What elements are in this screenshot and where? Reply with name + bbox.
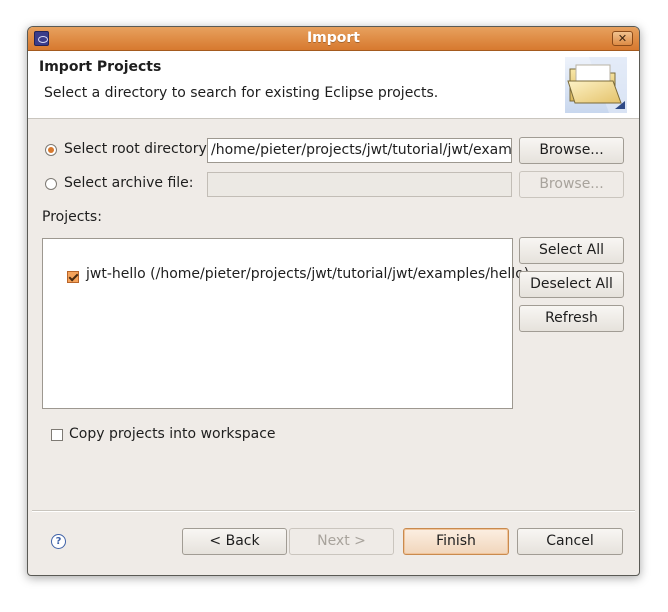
archive-file-label[interactable]: Select archive file: (64, 175, 194, 191)
browse-directory-button[interactable]: Browse... (519, 137, 624, 164)
wizard-header: Import Projects Select a directory to se… (28, 51, 639, 119)
back-button[interactable]: < Back (182, 528, 287, 555)
footer-separator (32, 510, 635, 512)
next-button[interactable]: Next > (289, 528, 394, 555)
close-icon: ✕ (617, 32, 628, 45)
page-title: Import Projects (39, 59, 162, 75)
copy-projects-label[interactable]: Copy projects into workspace (69, 426, 276, 442)
archive-file-input[interactable] (207, 172, 512, 197)
root-directory-radio[interactable] (45, 144, 57, 156)
folder-open-icon (565, 57, 627, 113)
close-button[interactable]: ✕ (612, 31, 633, 46)
project-checkbox[interactable] (67, 271, 79, 283)
project-item-label[interactable]: jwt-hello (/home/pieter/projects/jwt/tut… (86, 266, 529, 282)
title-bar[interactable]: Import ✕ (28, 27, 639, 51)
copy-projects-checkbox[interactable] (51, 429, 63, 441)
finish-button[interactable]: Finish (403, 528, 509, 555)
select-all-button[interactable]: Select All (519, 237, 624, 264)
root-directory-label[interactable]: Select root directory: (64, 141, 211, 157)
help-icon[interactable]: ? (51, 534, 66, 549)
deselect-all-button[interactable]: Deselect All (519, 271, 624, 298)
browse-archive-button[interactable]: Browse... (519, 171, 624, 198)
import-dialog: Import ✕ Import Projects Select a direct… (27, 26, 640, 576)
archive-file-radio[interactable] (45, 178, 57, 190)
root-directory-input[interactable]: /home/pieter/projects/jwt/tutorial/jwt/e… (207, 138, 512, 163)
projects-label: Projects: (42, 209, 102, 225)
cancel-button[interactable]: Cancel (517, 528, 623, 555)
projects-list[interactable]: jwt-hello (/home/pieter/projects/jwt/tut… (42, 238, 529, 409)
refresh-button[interactable]: Refresh (519, 305, 624, 332)
page-description: Select a directory to search for existin… (44, 85, 439, 101)
window-title: Import (306, 30, 361, 46)
